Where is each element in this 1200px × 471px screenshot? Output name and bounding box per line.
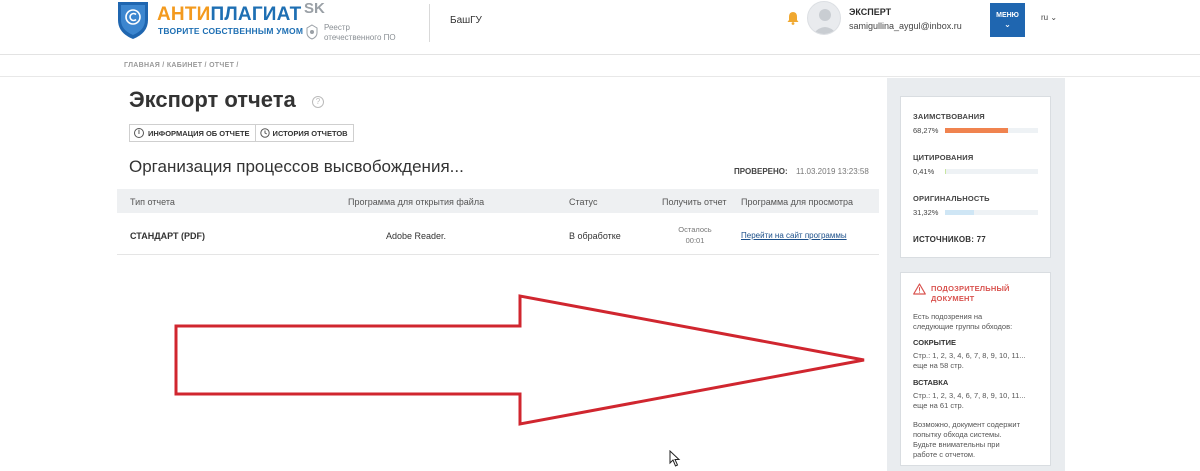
- user-email: samigullina_aygul@inbox.ru: [849, 21, 962, 31]
- organization-name: БашГУ: [450, 15, 482, 26]
- sources-value: 77: [976, 235, 986, 244]
- group-insertion-pages: Стр.: 1, 2, 3, 4, 6, 7, 8, 9, 10, 11...: [913, 391, 1026, 400]
- suspicious-document-card: ПОДОЗРИТЕЛЬНЫЙ ДОКУМЕНТ Есть подозрения …: [900, 272, 1051, 466]
- info-icon: i: [134, 128, 144, 138]
- report-tabs: i ИНФОРМАЦИЯ ОБ ОТЧЕТЕ ИСТОРИЯ ОТЧЕТОВ: [129, 124, 354, 142]
- registry-emblem-icon: [306, 24, 318, 40]
- warning-note-4: работе с отчетом.: [913, 450, 976, 459]
- chevron-down-icon: ⌄: [1050, 13, 1058, 22]
- warning-note-1: Возможно, документ содержит: [913, 420, 1021, 429]
- cursor-icon: [669, 450, 681, 467]
- citation-bar-fill: [945, 169, 946, 174]
- sources-label: ИСТОЧНИКОВ:: [913, 235, 975, 244]
- column-header-status: Статус: [569, 197, 598, 207]
- row-remaining-label: Осталось: [678, 225, 712, 234]
- warning-intro-1: Есть подозрения на: [913, 312, 983, 321]
- column-header-viewer: Программа для просмотра: [741, 197, 854, 207]
- avatar-icon[interactable]: [807, 1, 841, 35]
- borrowing-bar: [945, 128, 1038, 133]
- top-header: АНТИПЛАГИАТ ТВОРИТЕ СОБСТВЕННЫМ УМОМ SK …: [0, 0, 1200, 55]
- warning-intro-2: следующие группы обходов:: [913, 322, 1013, 331]
- citation-label: ЦИТИРОВАНИЯ: [913, 153, 974, 162]
- row-remaining-time: 00:01: [685, 236, 705, 245]
- registry-line-1: Реестр: [324, 23, 350, 32]
- borrowing-value: 68,27%: [913, 126, 939, 135]
- warning-note-3: Будьте внимательны при: [913, 440, 1000, 449]
- originality-label: ОРИГИНАЛЬНОСТЬ: [913, 194, 990, 203]
- breadcrumb: ГЛАВНАЯ / КАБИНЕТ / ОТЧЕТ /: [124, 62, 239, 69]
- group-hiding-pages: Стр.: 1, 2, 3, 4, 6, 7, 8, 9, 10, 11...: [913, 351, 1026, 360]
- row-program: Adobe Reader.: [386, 231, 447, 241]
- registry-line-2: отечественного ПО: [324, 33, 396, 42]
- column-header-type: Тип отчета: [130, 197, 175, 207]
- breadcrumb-home[interactable]: ГЛАВНАЯ: [124, 62, 160, 69]
- table-row: СТАНДАРТ (PDF) Adobe Reader. В обработке…: [117, 213, 879, 255]
- clock-icon: [259, 128, 270, 138]
- breadcrumb-divider: [0, 76, 1200, 77]
- group-insertion-more: еще на 61 стр.: [913, 401, 964, 410]
- column-header-program: Программа для открытия файла: [348, 197, 485, 207]
- warning-triangle-icon: [913, 283, 926, 295]
- tab-report-history-label: ИСТОРИЯ ОТЧЕТОВ: [272, 128, 348, 138]
- checked-label: ПРОВЕРЕНО:: [734, 167, 788, 176]
- logo-title[interactable]: АНТИПЛАГИАТ: [157, 4, 301, 26]
- stats-card: ЗАИМСТВОВАНИЯ 68,27% ЦИТИРОВАНИЯ 0,41% О…: [900, 96, 1051, 258]
- citation-bar: [945, 169, 1038, 174]
- borrowing-label: ЗАИМСТВОВАНИЯ: [913, 112, 985, 121]
- group-hiding-title: СОКРЫТИЕ: [913, 338, 956, 347]
- breadcrumb-report[interactable]: ОТЧЕТ: [209, 62, 234, 69]
- originality-bar: [945, 210, 1038, 215]
- sources-count: ИСТОЧНИКОВ: 77: [913, 235, 986, 244]
- table-header: Тип отчета Программа для открытия файла …: [117, 189, 879, 213]
- warning-note-2: попытку обхода системы.: [913, 430, 1002, 439]
- menu-button[interactable]: МЕНЮ ⌄: [990, 3, 1025, 37]
- citation-value: 0,41%: [913, 167, 935, 176]
- breadcrumb-cabinet[interactable]: КАБИНЕТ: [167, 62, 203, 69]
- chevron-down-icon: ⌄: [1004, 20, 1011, 29]
- menu-button-label: МЕНЮ: [996, 12, 1019, 19]
- arrow-annotation: [174, 294, 865, 426]
- logo-part-anti: АНТИ: [157, 4, 211, 25]
- language-select[interactable]: ru ⌄: [1041, 13, 1057, 22]
- originality-bar-fill: [945, 210, 975, 215]
- help-icon[interactable]: ?: [312, 96, 324, 108]
- document-title: Организация процессов высвобождения...: [129, 157, 464, 176]
- shield-logo-icon[interactable]: [116, 0, 150, 40]
- page-title: Экспорт отчета: [129, 87, 296, 112]
- group-hiding-more: еще на 58 стр.: [913, 361, 964, 370]
- tab-report-history[interactable]: ИСТОРИЯ ОТЧЕТОВ: [255, 124, 354, 142]
- column-header-get-report: Получить отчет: [662, 197, 727, 207]
- language-value: ru: [1041, 13, 1049, 22]
- tab-report-info-label: ИНФОРМАЦИЯ ОБ ОТЧЕТЕ: [148, 128, 250, 138]
- row-report-type: СТАНДАРТ (PDF): [130, 231, 205, 241]
- logo-part-plagiat: ПЛАГИАТ: [210, 4, 302, 25]
- viewer-program-link[interactable]: Перейти на сайт программы: [741, 231, 847, 240]
- user-role: ЭКСПЕРТ: [849, 7, 892, 17]
- sk-logo-icon: SK: [304, 0, 325, 17]
- logo-tagline: ТВОРИТЕ СОБСТВЕННЫМ УМОМ: [158, 26, 304, 36]
- registry-label: Реестр отечественного ПО: [324, 23, 414, 43]
- tab-report-info[interactable]: i ИНФОРМАЦИЯ ОБ ОТЧЕТЕ: [129, 124, 256, 142]
- originality-value: 31,32%: [913, 208, 939, 217]
- checked-date: 11.03.2019 13:23:58: [796, 167, 869, 176]
- bell-icon[interactable]: [787, 11, 799, 25]
- group-insertion-title: ВСТАВКА: [913, 378, 949, 387]
- warning-title: ПОДОЗРИТЕЛЬНЫЙ ДОКУМЕНТ: [931, 284, 1010, 303]
- row-remaining: Осталось 00:01: [662, 224, 728, 246]
- header-divider: [429, 4, 430, 42]
- row-status: В обработке: [569, 231, 621, 241]
- borrowing-bar-fill: [945, 128, 1009, 133]
